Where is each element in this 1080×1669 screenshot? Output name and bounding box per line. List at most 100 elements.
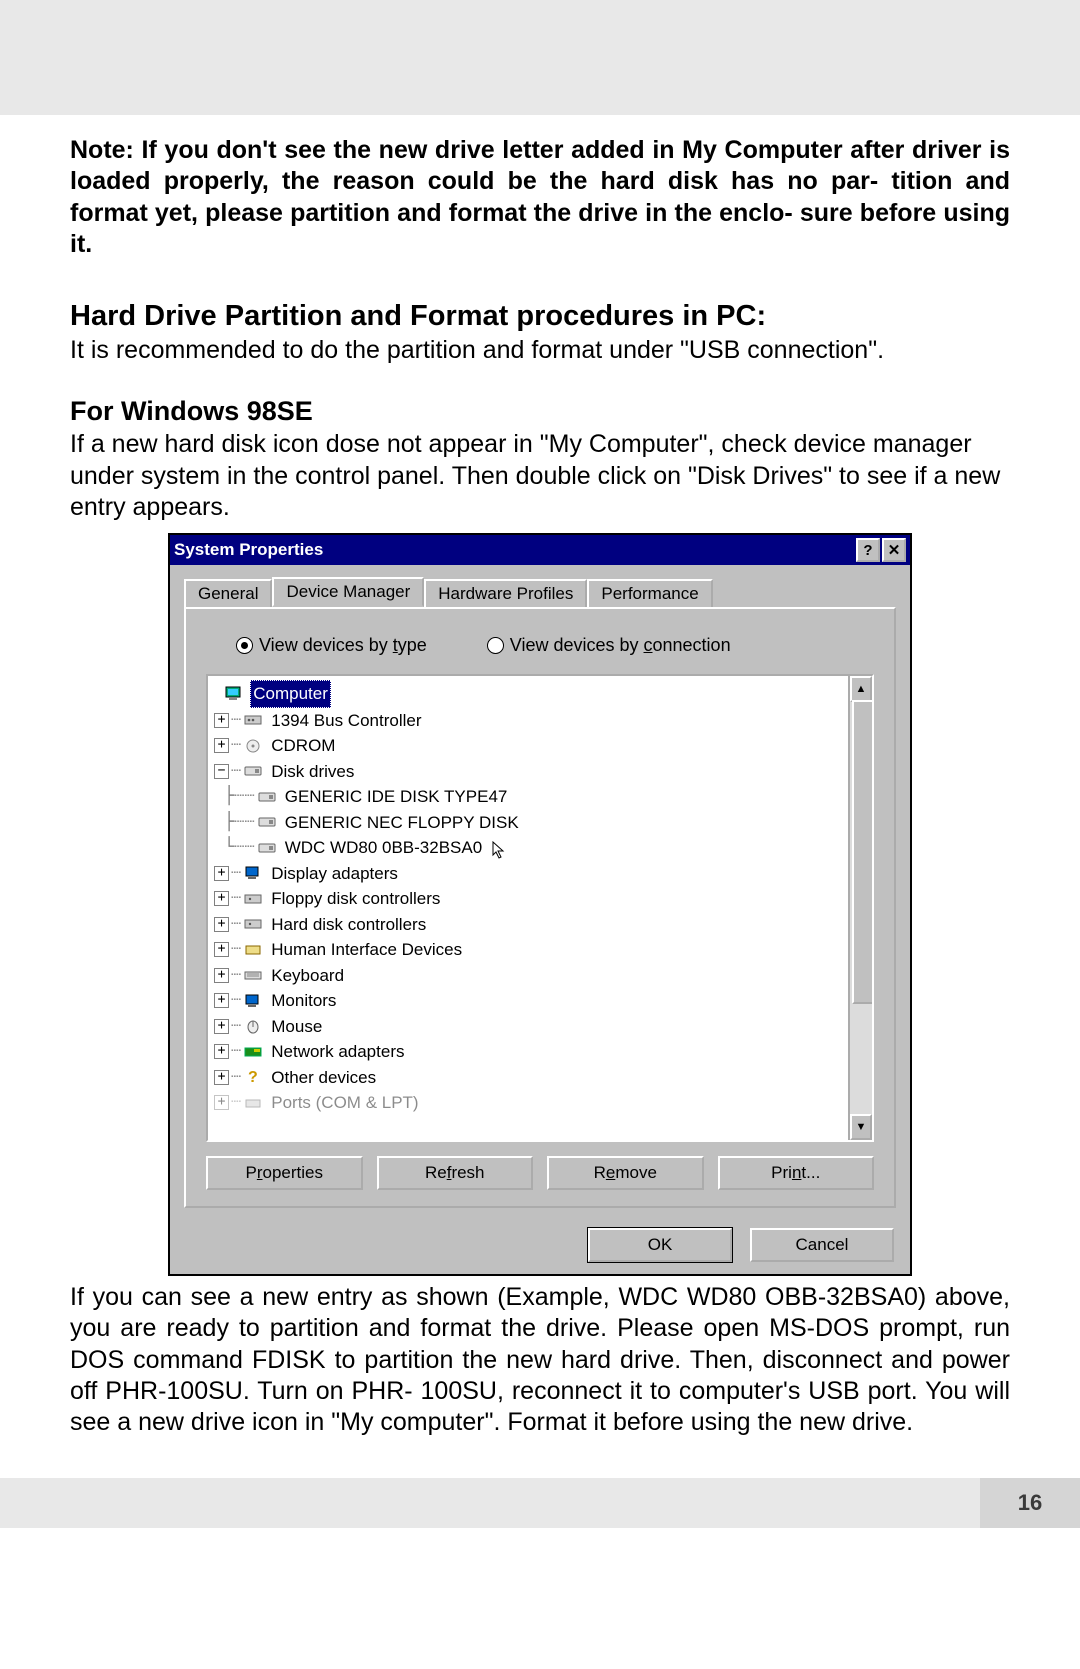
controller-icon bbox=[243, 711, 265, 729]
properties-button[interactable]: Properties bbox=[206, 1156, 363, 1190]
tree-label-disk-drives: Disk drives bbox=[269, 759, 356, 785]
tree-label-cdrom: CDROM bbox=[269, 733, 337, 759]
scroll-up-button[interactable]: ▲ bbox=[850, 676, 872, 702]
tree-node-floppyctl[interactable]: +┈ Floppy disk controllers bbox=[212, 886, 846, 912]
note-paragraph: Note: If you don't see the new drive let… bbox=[70, 135, 1010, 260]
tab-general[interactable]: General bbox=[184, 579, 272, 609]
svg-text:?: ? bbox=[248, 1069, 258, 1086]
expand-icon[interactable]: + bbox=[214, 1095, 229, 1110]
window-title: System Properties bbox=[174, 540, 854, 560]
expand-icon[interactable]: + bbox=[214, 917, 229, 932]
radio-dot-icon bbox=[487, 637, 504, 654]
tab-strip: General Device Manager Hardware Profiles… bbox=[184, 577, 896, 607]
tree-node-1394[interactable]: +┈ 1394 Bus Controller bbox=[212, 708, 846, 734]
cancel-button[interactable]: Cancel bbox=[750, 1228, 894, 1262]
expand-icon[interactable]: + bbox=[214, 866, 229, 881]
tree-node-display[interactable]: +┈ Display adapters bbox=[212, 861, 846, 887]
network-adapter-icon bbox=[243, 1043, 265, 1061]
print-button[interactable]: Print... bbox=[718, 1156, 875, 1190]
tree-node-cdrom[interactable]: +┈ CDROM bbox=[212, 733, 846, 759]
expand-icon[interactable]: + bbox=[214, 1070, 229, 1085]
radio-dot-icon bbox=[236, 637, 253, 654]
question-icon: ? bbox=[243, 1068, 265, 1086]
page-header-band bbox=[0, 0, 1080, 115]
device-manager-panel: View devices by type View devices by con… bbox=[184, 607, 896, 1208]
tree-label-hdctl: Hard disk controllers bbox=[269, 912, 428, 938]
tab-performance[interactable]: Performance bbox=[587, 579, 712, 609]
display-adapter-icon bbox=[243, 864, 265, 882]
monitor-icon bbox=[243, 992, 265, 1010]
remove-button[interactable]: Remove bbox=[547, 1156, 704, 1190]
disk-drive-icon bbox=[257, 839, 279, 857]
tree-node-disk3[interactable]: └┈┈ WDC WD80 0BB-32BSA0 bbox=[212, 835, 846, 861]
ok-button[interactable]: OK bbox=[588, 1228, 732, 1262]
close-button[interactable]: ✕ bbox=[882, 538, 906, 562]
tree-label-disk3: WDC WD80 0BB-32BSA0 bbox=[283, 835, 484, 861]
tree-label-other: Other devices bbox=[269, 1065, 378, 1091]
tree-node-disk-drives[interactable]: −┈ Disk drives bbox=[212, 759, 846, 785]
controller-icon bbox=[243, 890, 265, 908]
tree-label-monitors: Monitors bbox=[269, 988, 338, 1014]
expand-icon[interactable]: + bbox=[214, 713, 229, 728]
page-number: 16 bbox=[980, 1478, 1080, 1528]
expand-icon[interactable]: + bbox=[214, 993, 229, 1008]
paragraph-recommend-usb: It is recommended to do the partition an… bbox=[70, 335, 1010, 366]
refresh-button[interactable]: Refresh bbox=[377, 1156, 534, 1190]
page-footer-band bbox=[0, 1478, 980, 1528]
tree-label-keyboard: Keyboard bbox=[269, 963, 346, 989]
tree-node-hdctl[interactable]: +┈ Hard disk controllers bbox=[212, 912, 846, 938]
system-properties-window: System Properties ? ✕ General Device Man… bbox=[168, 533, 912, 1276]
window-titlebar[interactable]: System Properties ? ✕ bbox=[170, 535, 910, 565]
cdrom-icon bbox=[243, 737, 265, 755]
expand-icon[interactable]: + bbox=[214, 1019, 229, 1034]
tree-node-monitors[interactable]: +┈ Monitors bbox=[212, 988, 846, 1014]
tree-node-disk1[interactable]: ├┈┈ GENERIC IDE DISK TYPE47 bbox=[212, 784, 846, 810]
keyboard-icon bbox=[243, 966, 265, 984]
tree-node-hid[interactable]: +┈ Human Interface Devices bbox=[212, 937, 846, 963]
help-button[interactable]: ? bbox=[856, 538, 880, 562]
tree-node-computer[interactable]: Computer bbox=[212, 680, 846, 708]
tree-label-display: Display adapters bbox=[269, 861, 400, 887]
radio-label-by-type: View devices by type bbox=[259, 635, 427, 656]
scroll-down-button[interactable]: ▼ bbox=[850, 1114, 872, 1140]
tree-label-disk2: GENERIC NEC FLOPPY DISK bbox=[283, 810, 521, 836]
paragraph-after-figure: If you can see a new entry as shown (Exa… bbox=[70, 1282, 1010, 1438]
expand-icon[interactable]: + bbox=[214, 942, 229, 957]
expand-icon[interactable]: + bbox=[214, 1044, 229, 1059]
tree-label-floppyctl: Floppy disk controllers bbox=[269, 886, 442, 912]
hid-icon bbox=[243, 941, 265, 959]
tree-node-keyboard[interactable]: +┈ Keyboard bbox=[212, 963, 846, 989]
paragraph-win98se-instructions: If a new hard disk icon dose not appear … bbox=[70, 429, 1010, 523]
tree-label-netadapters: Network adapters bbox=[269, 1039, 406, 1065]
mouse-icon bbox=[243, 1017, 265, 1035]
tree-label-disk1: GENERIC IDE DISK TYPE47 bbox=[283, 784, 510, 810]
collapse-icon[interactable]: − bbox=[214, 764, 229, 779]
tree-node-disk2[interactable]: ├┈┈ GENERIC NEC FLOPPY DISK bbox=[212, 810, 846, 836]
device-tree[interactable]: Computer +┈ 1394 Bus Controller +┈ bbox=[212, 680, 872, 1116]
tree-node-netadapters[interactable]: +┈ Network adapters bbox=[212, 1039, 846, 1065]
expand-icon[interactable]: + bbox=[214, 738, 229, 753]
tree-label-hid: Human Interface Devices bbox=[269, 937, 464, 963]
controller-icon bbox=[243, 915, 265, 933]
tree-label-ports: Ports (COM & LPT) bbox=[269, 1090, 420, 1116]
tree-node-other[interactable]: +┈ ? Other devices bbox=[212, 1065, 846, 1091]
port-icon bbox=[243, 1094, 265, 1112]
expand-icon[interactable]: + bbox=[214, 891, 229, 906]
radio-view-by-connection[interactable]: View devices by connection bbox=[487, 635, 731, 656]
radio-label-by-connection: View devices by connection bbox=[510, 635, 731, 656]
tree-node-mouse[interactable]: +┈ Mouse bbox=[212, 1014, 846, 1040]
radio-view-by-type[interactable]: View devices by type bbox=[236, 635, 427, 656]
scroll-thumb[interactable] bbox=[852, 700, 874, 1004]
tree-node-ports[interactable]: +┈ Ports (COM & LPT) bbox=[212, 1090, 846, 1116]
tree-label-mouse: Mouse bbox=[269, 1014, 324, 1040]
disk-drive-icon bbox=[243, 762, 265, 780]
scrollbar-vertical[interactable]: ▲ ▼ bbox=[848, 676, 872, 1140]
tab-hardware-profiles[interactable]: Hardware Profiles bbox=[424, 579, 587, 609]
tree-label-1394: 1394 Bus Controller bbox=[269, 708, 423, 734]
expand-icon[interactable]: + bbox=[214, 968, 229, 983]
heading-partition-format: Hard Drive Partition and Format procedur… bbox=[70, 300, 1010, 333]
tab-device-manager[interactable]: Device Manager bbox=[272, 577, 424, 607]
tree-label-computer: Computer bbox=[250, 680, 331, 708]
computer-icon bbox=[224, 685, 246, 703]
disk-drive-icon bbox=[257, 813, 279, 831]
